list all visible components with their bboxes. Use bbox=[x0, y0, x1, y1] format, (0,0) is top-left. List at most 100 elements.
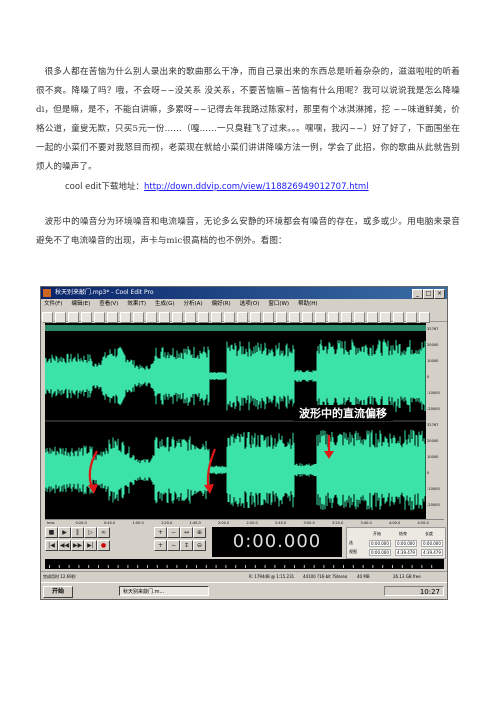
timeline-ruler: hms 0:20.0 0:40.0 1:00.0 1:20.0 1:40.0 2:00.0 2… bbox=[45, 519, 444, 527]
taskbar: 开始 秋天别来敲门.m... 10:27 bbox=[41, 582, 447, 599]
toolbar-button[interactable] bbox=[263, 312, 274, 323]
status-peak: R: 1794dB @ 1:15.231 bbox=[249, 574, 295, 579]
menu-item-9[interactable]: 帮助(H) bbox=[298, 301, 317, 307]
toolbar-button[interactable] bbox=[393, 312, 404, 323]
selection-value[interactable]: 4:39.479 bbox=[395, 549, 417, 556]
zoom-in-icon[interactable]: + bbox=[154, 527, 167, 538]
ruler-label: 0 bbox=[427, 471, 430, 475]
record-button[interactable]: ● bbox=[97, 540, 110, 551]
toolbar-button[interactable] bbox=[237, 312, 248, 323]
stop-button[interactable]: ■ bbox=[45, 527, 58, 538]
forward-button[interactable]: ▶▶ bbox=[71, 540, 84, 551]
toolbar-button[interactable] bbox=[133, 312, 144, 323]
annotation-text: 波形中的直流偏移 bbox=[299, 406, 387, 420]
ruler-label: 20000 bbox=[427, 343, 439, 347]
toolbar-button[interactable] bbox=[81, 312, 92, 323]
start-button[interactable]: 开始 bbox=[43, 586, 73, 598]
rewind-button[interactable]: ◀◀ bbox=[58, 540, 71, 551]
download-link[interactable]: http://down.ddvip.com/view/1188269490127… bbox=[144, 182, 369, 192]
toolbar-button[interactable] bbox=[380, 312, 391, 323]
menu-item-1[interactable]: 编辑(E) bbox=[71, 301, 90, 307]
toolbar-button[interactable] bbox=[354, 312, 365, 323]
toolbar-button[interactable] bbox=[185, 312, 196, 323]
toolbar-button[interactable] bbox=[198, 312, 209, 323]
maximize-icon[interactable]: □ bbox=[423, 289, 434, 299]
transport-controls: ■ ▶ ‖ ▷ ∞ |◀ ◀◀ ▶▶ ▶| ● bbox=[45, 527, 143, 553]
toolbar-button[interactable] bbox=[159, 312, 170, 323]
selection-value[interactable]: 0:00.000 bbox=[369, 549, 391, 556]
go-end-button[interactable]: ▶| bbox=[84, 540, 97, 551]
toolbar-button[interactable] bbox=[211, 312, 222, 323]
toolbar-button[interactable] bbox=[315, 312, 326, 323]
minimize-icon[interactable]: _ bbox=[412, 289, 423, 299]
level-tick bbox=[156, 565, 158, 568]
toolbar-button[interactable] bbox=[107, 312, 118, 323]
zoom-vert-out-icon[interactable]: ⊖ bbox=[193, 540, 206, 551]
level-tick bbox=[49, 565, 50, 568]
level-tick bbox=[196, 565, 197, 568]
menu-item-3[interactable]: 效果(T) bbox=[127, 301, 146, 307]
menu-item-2[interactable]: 查看(V) bbox=[99, 301, 118, 307]
menu-item-8[interactable]: 窗口(W) bbox=[268, 301, 289, 307]
level-tick bbox=[352, 565, 354, 568]
menu-item-0[interactable]: 文件(F) bbox=[44, 301, 62, 307]
level-tick bbox=[431, 565, 433, 568]
toolbar-button[interactable] bbox=[250, 312, 261, 323]
zoom-right-icon[interactable]: − bbox=[167, 540, 180, 551]
toolbar-button[interactable] bbox=[367, 312, 378, 323]
level-tick bbox=[186, 565, 188, 568]
go-start-button[interactable]: |◀ bbox=[45, 540, 58, 551]
toolbar-button[interactable] bbox=[419, 312, 430, 323]
toolbar-button[interactable] bbox=[42, 312, 53, 323]
play-to-end-button[interactable]: ▷ bbox=[84, 527, 97, 538]
selection-row-label: 视图 bbox=[349, 549, 357, 554]
level-tick bbox=[117, 565, 119, 568]
level-tick bbox=[68, 565, 70, 568]
selection-value[interactable]: 0:00.000 bbox=[421, 540, 443, 547]
toolbar-button[interactable] bbox=[341, 312, 352, 323]
selection-row-label: 选 bbox=[349, 540, 353, 545]
toolbar-button[interactable] bbox=[55, 312, 66, 323]
loop-button[interactable]: ∞ bbox=[97, 527, 110, 538]
intro-paragraph: 很多人都在苦恼为什么别人录出来的歌曲那么干净，而自己录出来的东西总是听着杂杂的，… bbox=[36, 66, 460, 172]
toolbar-button[interactable] bbox=[302, 312, 313, 323]
menu-item-7[interactable]: 选项(O) bbox=[240, 301, 260, 307]
menu-item-6[interactable]: 偏好(R) bbox=[212, 301, 231, 307]
toolbar-button[interactable] bbox=[276, 312, 287, 323]
zoom-out-icon[interactable]: − bbox=[167, 527, 180, 538]
ruler-label: -10000 bbox=[427, 487, 440, 491]
toolbar-button[interactable] bbox=[120, 312, 131, 323]
task-item[interactable]: 秋天别来敲门.m... bbox=[119, 586, 209, 596]
zoom-full-icon[interactable]: ↔ bbox=[180, 527, 193, 538]
timeline-label: 1:40.0 bbox=[189, 521, 201, 525]
toolbar-button[interactable] bbox=[289, 312, 300, 323]
toolbar-button[interactable] bbox=[328, 312, 339, 323]
level-tick bbox=[235, 565, 237, 568]
level-tick bbox=[245, 565, 246, 568]
selection-value[interactable]: 4:39.479 bbox=[421, 549, 443, 556]
selection-value[interactable]: 0:00.000 bbox=[395, 540, 417, 547]
level-tick bbox=[294, 565, 295, 568]
menu-item-4[interactable]: 生成(G) bbox=[155, 301, 175, 307]
toolbar-button[interactable] bbox=[94, 312, 105, 323]
timeline-label: 1:20.0 bbox=[161, 521, 173, 525]
toolbar-button[interactable] bbox=[146, 312, 157, 323]
toolbar-button[interactable] bbox=[68, 312, 79, 323]
timeline-label: hms bbox=[47, 521, 55, 525]
level-tick bbox=[401, 565, 403, 568]
timeline-label: 3:40.0 bbox=[360, 521, 372, 525]
toolbar-button[interactable] bbox=[224, 312, 235, 323]
timeline-label: 2:20.0 bbox=[246, 521, 258, 525]
zoom-vert-in-icon[interactable]: ↕ bbox=[180, 540, 193, 551]
pause-button[interactable]: ‖ bbox=[71, 527, 84, 538]
toolbar-button[interactable] bbox=[172, 312, 183, 323]
zoom-left-icon[interactable]: + bbox=[154, 540, 167, 551]
waveform-view[interactable]: 波形中的直流偏移 bbox=[45, 323, 426, 519]
zoom-selection-icon[interactable]: ⊕ bbox=[193, 527, 206, 538]
selection-value[interactable]: 0:00.000 bbox=[369, 540, 391, 547]
menu-item-5[interactable]: 分析(A) bbox=[184, 301, 203, 307]
close-icon[interactable]: × bbox=[434, 289, 445, 299]
play-button[interactable]: ▶ bbox=[58, 527, 71, 538]
toolbar-button[interactable] bbox=[406, 312, 417, 323]
level-tick bbox=[303, 565, 305, 568]
